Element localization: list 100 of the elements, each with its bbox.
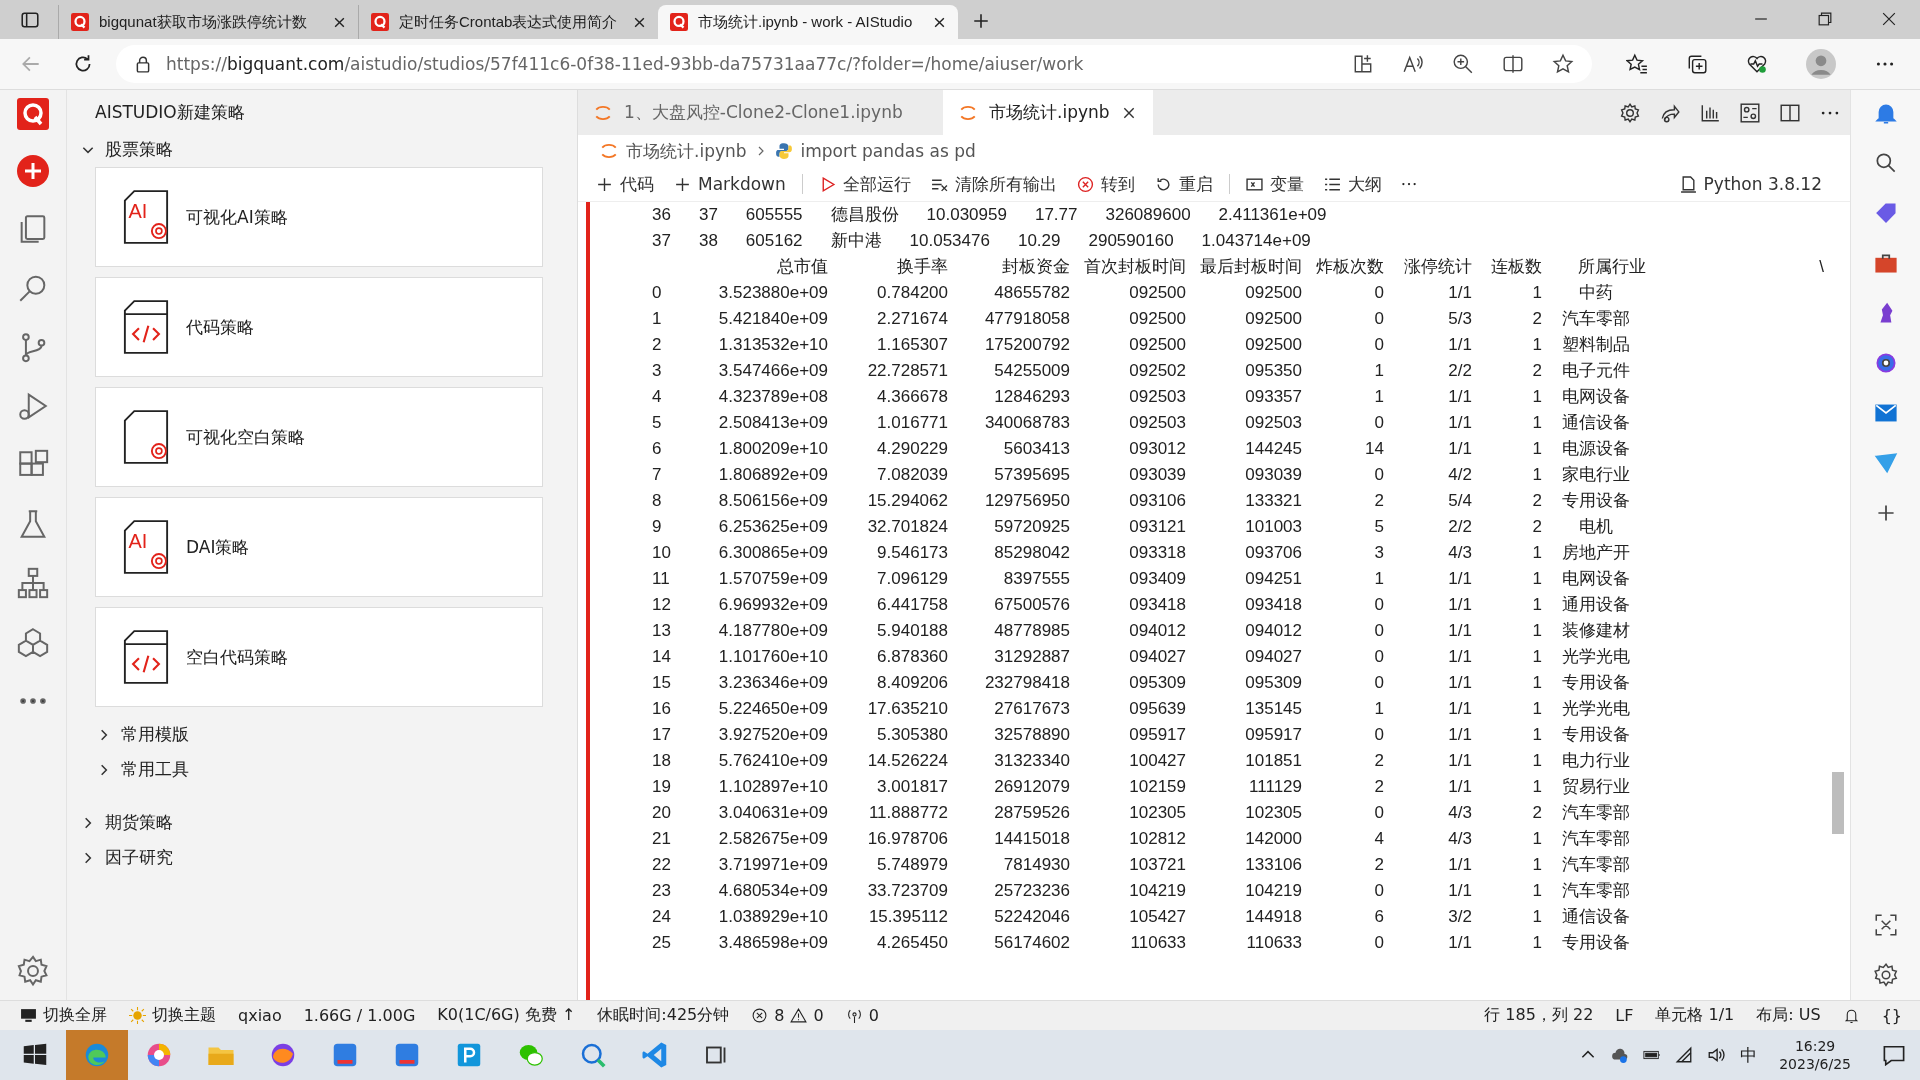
output-cell-text: 1.038929e+10 (717, 906, 828, 928)
output-cell-text: 11.888772 (867, 802, 948, 824)
output-cell-text: 1 (1531, 906, 1542, 928)
hierarchy-icon[interactable] (16, 566, 50, 600)
output-cell-text: 1 (1531, 854, 1542, 876)
toolbar-button[interactable]: 大纲 (1315, 170, 1390, 198)
output-cell-text: 326089600 (1105, 204, 1191, 226)
output-cell-text: 093318 (1128, 542, 1186, 564)
output-cell-text: 52242046 (993, 906, 1070, 928)
ai-file-icon: AI (122, 520, 170, 574)
input-method-indicator[interactable]: 中 (1740, 1043, 1758, 1067)
column-header: 首次封板时间 (1083, 256, 1186, 278)
status-item[interactable]: 1.66G / 1.00G (303, 1006, 416, 1025)
ports-indicator[interactable]: 0 (845, 1006, 879, 1025)
tree-item[interactable]: 因子研究 (67, 840, 577, 875)
favorites-icon[interactable] (1626, 53, 1648, 75)
editor-tab[interactable]: 市场统计.ipynb (943, 90, 1153, 135)
settings-icon[interactable] (1619, 101, 1641, 124)
row-index: 5 (652, 412, 663, 434)
status-item[interactable]: 休眠时间:425分钟 (597, 1005, 730, 1026)
output-cell-text: 1 (1531, 932, 1542, 954)
output-cell-text: 7.096129 (876, 568, 948, 590)
volume-icon[interactable] (1707, 1046, 1726, 1064)
output-cell-text: 7814930 (1002, 854, 1070, 876)
toolbar-button[interactable]: 全部运行 (810, 170, 919, 198)
logo-icon[interactable] (17, 98, 49, 130)
read-aloud-icon[interactable] (1402, 53, 1424, 75)
browser-tab[interactable]: 市场统计.ipynb - work - AIStudio (658, 5, 958, 39)
close-icon[interactable] (933, 15, 946, 29)
apps-icon[interactable] (1352, 53, 1374, 75)
tree-item[interactable]: 股票策略 (67, 132, 577, 167)
problems-indicator[interactable]: 8 0 (751, 1006, 824, 1025)
dashboard-icon[interactable] (1739, 101, 1761, 124)
collections-icon[interactable] (1686, 53, 1708, 75)
settings-icon[interactable] (16, 954, 50, 988)
toolbar-button[interactable]: 转到 (1068, 170, 1143, 198)
output-cell-text: 通用设备 (1561, 594, 1631, 616)
output-cell-text: 光学光电 (1561, 698, 1631, 720)
output-cell-text: 104219 (1244, 880, 1302, 902)
kernel-button[interactable]: Python 3.8.12 (1671, 172, 1830, 196)
row-index: 9 (652, 516, 663, 538)
row-index: 16 (652, 698, 672, 720)
status-item[interactable]: qxiao (238, 1006, 282, 1025)
output-cell-text: 093418 (1244, 594, 1302, 616)
send-icon[interactable] (1872, 450, 1899, 476)
output-cell-text: 6 (1373, 906, 1384, 928)
new-tab-icon[interactable] (972, 12, 990, 30)
status-item[interactable]: 行 185，列 22 (1484, 1005, 1594, 1026)
cloud-icon[interactable] (1611, 1046, 1630, 1064)
zoom-in-icon[interactable] (1452, 53, 1474, 75)
close-icon[interactable] (333, 15, 346, 29)
tree-item[interactable]: 期货策略 (67, 805, 577, 840)
clock[interactable]: 16:29 2023/6/25 (1779, 1037, 1851, 1073)
status-item[interactable]: 切换主题 (129, 1005, 216, 1026)
settings-icon[interactable] (1872, 962, 1899, 988)
row-index: 23 (652, 880, 672, 902)
output-cell-text: 4/3 (1447, 802, 1472, 824)
split-screen-icon[interactable] (1502, 53, 1524, 75)
row-index: 20 (652, 802, 672, 824)
toolbar-button[interactable]: 代码 (588, 170, 662, 198)
star-icon[interactable] (1552, 53, 1574, 75)
column-header: 涨停统计 (1403, 256, 1472, 278)
toolbar-button[interactable]: 重启 (1146, 170, 1221, 198)
status-item[interactable]: K0(1C/6G) 免费 ↑ (437, 1005, 576, 1026)
screenshot-icon[interactable] (1872, 912, 1899, 938)
avatar-icon[interactable] (1806, 49, 1836, 79)
strategy-card[interactable]: AI 可视化AI策略 (95, 167, 543, 267)
strategy-card[interactable]: 代码策略 (95, 277, 543, 377)
tab-actions-icon[interactable] (20, 10, 40, 30)
close-icon[interactable] (633, 15, 646, 29)
output-cell-text: 092500 (1244, 308, 1302, 330)
restore-icon[interactable] (1818, 12, 1832, 26)
breadcrumb-item[interactable]: 市场统计.ipynb (626, 139, 747, 163)
braces-indicator[interactable]: {} (1881, 1006, 1902, 1025)
toolbar-button[interactable]: Markdown (666, 172, 794, 196)
status-item[interactable]: 单元格 1/1 (1655, 1005, 1735, 1026)
toolbar-button[interactable]: 清除所有输出 (922, 170, 1065, 198)
strategy-card[interactable]: 空白代码策略 (95, 607, 543, 707)
breadcrumb-item[interactable]: import pandas as pd (800, 141, 976, 161)
output-cell-text: 095309 (1244, 672, 1302, 694)
heart-pulse-icon[interactable] (1746, 53, 1768, 75)
address-field[interactable]: https://bigquant.com/aistudio/studios/57f411c6-0f38-11ed-93bb-da75731aa77c/?folder=/home/aiuser/work (116, 45, 1592, 83)
toolbar-button[interactable]: 变量 (1237, 170, 1312, 198)
notification-icon[interactable] (1883, 1044, 1905, 1066)
status-item[interactable]: 布局: US (1756, 1005, 1821, 1026)
tree-item[interactable]: 常用工具 (67, 752, 577, 787)
logo-icon (670, 13, 688, 31)
status-item[interactable]: 切换全屏 (20, 1005, 107, 1026)
strategy-card[interactable]: AI DAI策略 (95, 497, 543, 597)
close-icon[interactable] (1882, 12, 1896, 26)
add-icon[interactable] (17, 155, 49, 187)
cubes-icon[interactable] (16, 625, 50, 659)
output-cell-text: 1.165307 (876, 334, 948, 356)
scrollbar-thumb[interactable] (1832, 772, 1844, 834)
tree-item[interactable]: 常用模版 (67, 717, 577, 752)
output-cell-text: 1/1 (1447, 646, 1472, 668)
strategy-card[interactable]: 可视化空白策略 (95, 387, 543, 487)
status-item[interactable]: LF (1615, 1006, 1634, 1025)
close-icon[interactable] (1121, 105, 1136, 120)
editor-tab[interactable]: 1、大盘风控-Clone2-Clone1.ipynb (578, 90, 943, 135)
